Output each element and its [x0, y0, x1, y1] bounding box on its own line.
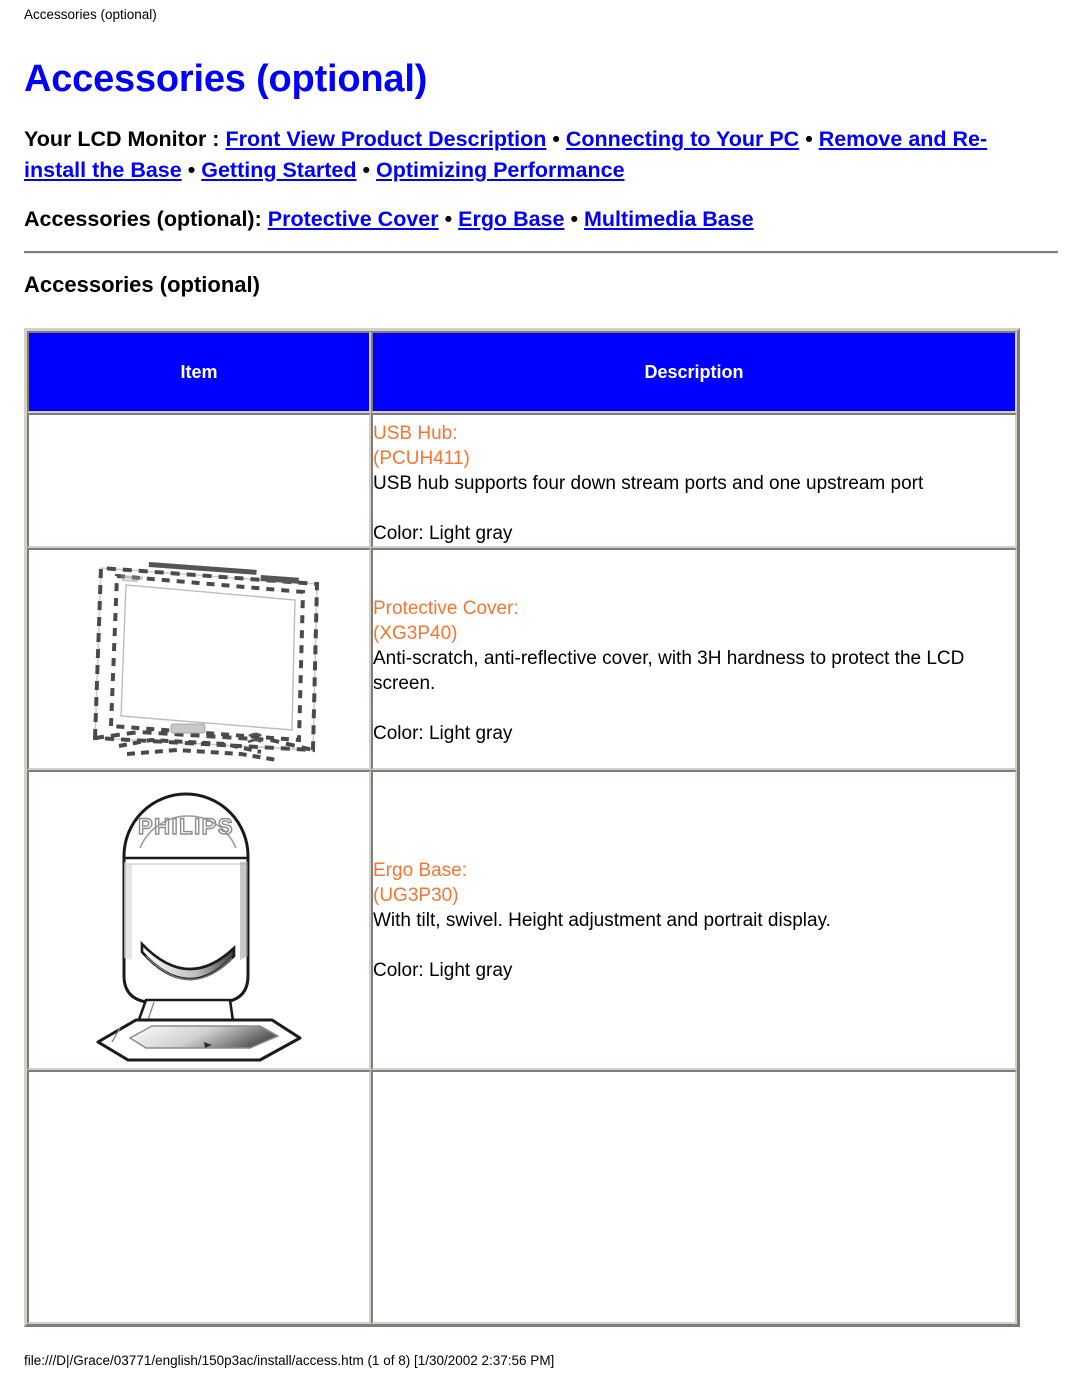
link-multimedia-base[interactable]: Multimedia Base — [584, 207, 754, 231]
section-heading: Accessories (optional) — [24, 272, 260, 297]
nav-lead-accessories: Accessories (optional): — [24, 207, 262, 231]
column-header-description: Description — [371, 331, 1017, 413]
item-cell-empty — [27, 1070, 371, 1324]
nav-colon: : — [206, 127, 226, 151]
page-breadcrumb: Accessories (optional) — [24, 7, 157, 22]
philips-ergo-base-stand-icon: PHILIPS — [96, 792, 302, 1062]
product-description: USB hub supports four down stream ports … — [373, 473, 924, 494]
nav-bullet-2: • — [805, 127, 813, 151]
nav-bullet-6: • — [570, 207, 578, 231]
product-code: (XG3P40) — [373, 623, 458, 644]
accessories-table: Item Description USB Hub: (PCUH411) USB … — [24, 328, 1020, 1327]
link-connecting-to-your-pc[interactable]: Connecting to Your PC — [566, 127, 799, 151]
product-code: (PCUH411) — [373, 448, 470, 469]
product-color: Color: Light gray — [373, 723, 513, 744]
item-cell-protective-cover — [27, 548, 371, 770]
link-front-view-product-description[interactable]: Front View Product Description — [225, 127, 546, 151]
description-cell-ergo-base: Ergo Base: (UG3P30) With tilt, swivel. H… — [371, 770, 1017, 1070]
nav-bullet-5: • — [444, 207, 453, 231]
text-spacer — [373, 933, 1015, 958]
lcd-monitor-dashed-outline-icon — [92, 562, 320, 762]
table-row: USB Hub: (PCUH411) USB hub supports four… — [27, 413, 1017, 548]
table-row: PHILIPS Ergo Base: (UG3P30) With tilt, s… — [27, 770, 1017, 1070]
column-header-item: Item — [27, 331, 371, 413]
text-spacer — [373, 696, 1015, 721]
philips-wordmark: PHILIPS — [138, 814, 234, 839]
product-color: Color: Light gray — [373, 523, 513, 544]
description-cell-usb-hub: USB Hub: (PCUH411) USB hub supports four… — [371, 413, 1017, 548]
product-name: USB Hub: — [373, 423, 458, 444]
page-footer-path: file:///D|/Grace/03771/english/150p3ac/i… — [24, 1353, 555, 1368]
table-header-row: Item Description — [27, 331, 1017, 413]
link-getting-started[interactable]: Getting Started — [201, 158, 356, 182]
nav-bullet-3: • — [187, 158, 196, 182]
nav-bullet-4: • — [362, 158, 371, 182]
description-cell-empty — [371, 1070, 1017, 1324]
item-cell-usb-hub — [27, 413, 371, 548]
product-description: Anti-scratch, anti-reflective cover, wit… — [373, 648, 965, 694]
text-spacer — [373, 496, 1015, 521]
description-cell-protective-cover: Protective Cover: (XG3P40) Anti-scratch,… — [371, 548, 1017, 770]
nav-lead-monitor: Your LCD Monitor — [24, 127, 207, 151]
product-code: (UG3P30) — [373, 885, 459, 906]
product-color: Color: Light gray — [373, 960, 513, 981]
table-row — [27, 1070, 1017, 1324]
product-name: Ergo Base: — [373, 860, 467, 881]
page-title: Accessories (optional) — [24, 58, 428, 100]
link-optimizing-performance[interactable]: Optimizing Performance — [376, 158, 625, 182]
product-name: Protective Cover: — [373, 598, 519, 619]
nav-bullet-1: • — [552, 127, 560, 151]
link-ergo-base[interactable]: Ergo Base — [458, 207, 564, 231]
nav-line-monitor: Your LCD Monitor : Front View Product De… — [24, 124, 1044, 186]
link-protective-cover[interactable]: Protective Cover — [268, 207, 439, 231]
table-row: Protective Cover: (XG3P40) Anti-scratch,… — [27, 548, 1017, 770]
item-cell-ergo-base: PHILIPS — [27, 770, 371, 1070]
product-description: With tilt, swivel. Height adjustment and… — [373, 910, 831, 931]
nav-line-accessories: Accessories (optional): Protective Cover… — [24, 204, 1044, 235]
horizontal-divider — [24, 251, 1058, 254]
document-content: Accessories (optional) Your LCD Monitor … — [24, 56, 1058, 1327]
